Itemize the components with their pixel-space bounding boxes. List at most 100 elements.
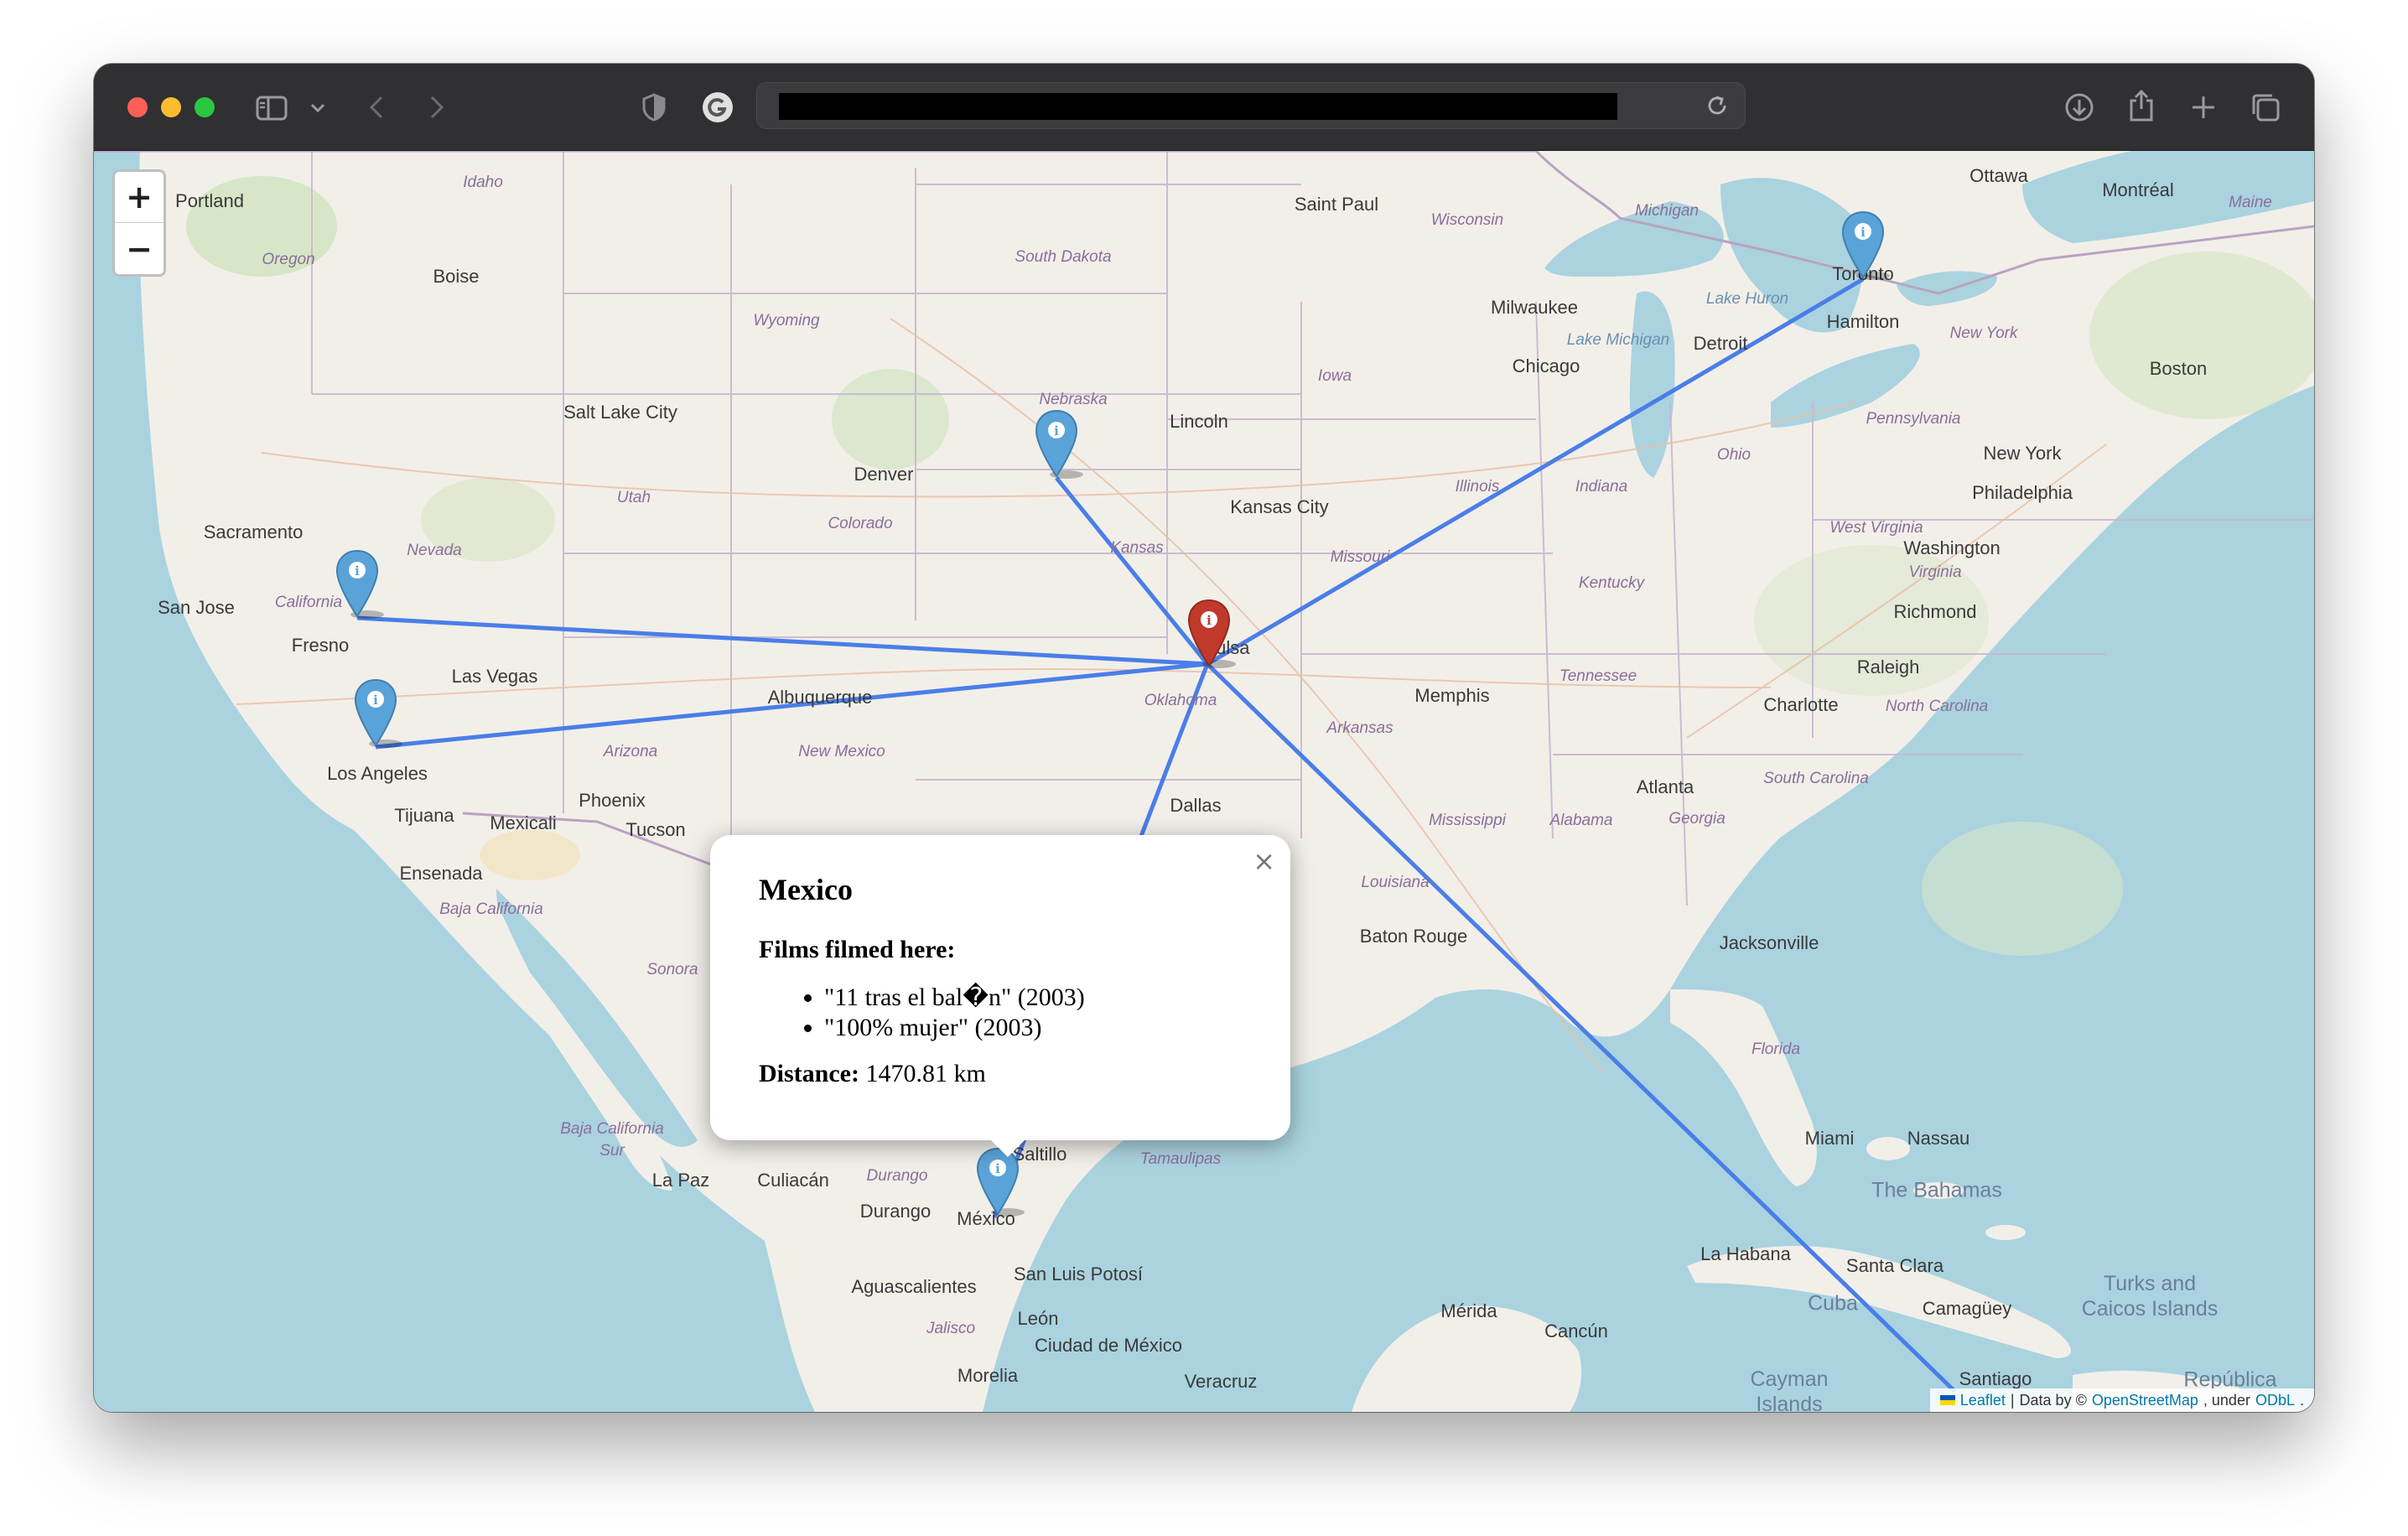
city-label: Denver	[854, 464, 914, 485]
openstreetmap-link[interactable]: OpenStreetMap	[2092, 1392, 2198, 1409]
new-tab-icon[interactable]	[2187, 91, 2220, 124]
sidebar-icon[interactable]	[255, 94, 288, 122]
attribution-data-by: Data by ©	[2019, 1391, 2087, 1409]
city-label: Baton Rouge	[1359, 926, 1468, 947]
zoom-out-button[interactable]: −	[115, 223, 163, 274]
city-label: Aguascalientes	[851, 1276, 977, 1297]
city-label: Milwaukee	[1491, 297, 1578, 318]
region-label: Idaho	[463, 174, 503, 191]
city-label: Santa Clara	[1845, 1255, 1944, 1276]
region-label: West Virginia	[1829, 519, 1923, 537]
region-label: Utah	[616, 489, 651, 506]
region-label: Georgia	[1668, 810, 1726, 828]
region-label: Tennessee	[1559, 667, 1637, 685]
route-line-toronto[interactable]	[1206, 277, 1865, 667]
country-label: The Bahamas	[1871, 1178, 2002, 1202]
region-label: Maine	[2229, 194, 2272, 211]
city-label: Albuquerque	[767, 687, 873, 708]
city-label: Miami	[1804, 1128, 1855, 1149]
chevron-down-icon[interactable]	[309, 101, 327, 116]
city-label: Atlanta	[1636, 776, 1694, 797]
city-label: Camagüey	[1922, 1298, 2012, 1319]
city-label: Morelia	[957, 1365, 1019, 1386]
region-label: Colorado	[828, 515, 893, 532]
forward-icon[interactable]	[424, 92, 449, 122]
region-label: Florida	[1751, 1040, 1801, 1058]
region-label: Wisconsin	[1430, 211, 1504, 229]
region-label: South Dakota	[1015, 248, 1112, 266]
location-popup: × Mexico Films filmed here: "11 tras el …	[710, 835, 1290, 1140]
svg-text:i: i	[355, 563, 360, 579]
location-marker-mexico[interactable]: i	[976, 1147, 1025, 1217]
region-label: Iowa	[1317, 367, 1352, 385]
location-marker-los-angeles[interactable]: i	[354, 678, 402, 748]
city-label: Culiacán	[757, 1170, 829, 1191]
region-label: North Carolina	[1885, 698, 1989, 715]
city-label: Ensenada	[399, 863, 483, 884]
odbl-link[interactable]: ODbL	[2255, 1392, 2295, 1409]
location-marker-fresno[interactable]: i	[335, 549, 384, 619]
address-text[interactable]	[779, 93, 1617, 120]
share-icon[interactable]	[2125, 87, 2158, 124]
city-label: Richmond	[1893, 601, 1977, 622]
minimize-window-button[interactable]	[161, 97, 181, 117]
address-bar[interactable]	[756, 82, 1746, 129]
route-line-nebraska[interactable]	[1055, 476, 1209, 666]
close-window-button[interactable]	[127, 97, 148, 117]
popup-tip	[989, 1139, 1026, 1157]
attribution-end: .	[2299, 1391, 2304, 1409]
city-label: Raleigh	[1856, 656, 1920, 677]
city-label: Cancún	[1544, 1321, 1608, 1341]
country-label: Cayman Islands	[1750, 1367, 1829, 1412]
region-label: Indiana	[1575, 478, 1628, 496]
city-label: Mexicali	[490, 812, 557, 833]
svg-text:i: i	[1054, 423, 1059, 438]
city-label: Tucson	[625, 819, 686, 840]
region-label: Sonora	[646, 961, 698, 978]
home-location-marker[interactable]: i	[1187, 599, 1236, 668]
location-marker-nebraska[interactable]: i	[1035, 409, 1083, 479]
zoom-window-button[interactable]	[195, 97, 215, 117]
city-label: Montréal	[2102, 179, 2174, 200]
tabs-overview-icon[interactable]	[2249, 91, 2282, 124]
back-icon[interactable]	[364, 92, 389, 122]
city-label: Philadelphia	[1972, 482, 2073, 503]
city-label: Mérida	[1440, 1300, 1497, 1321]
route-line-fresno[interactable]	[356, 615, 1208, 667]
region-label: Jalisco	[926, 1320, 976, 1337]
svg-text:i: i	[373, 693, 378, 708]
city-label: Memphis	[1414, 685, 1490, 706]
city-label: Los Angeles	[327, 763, 428, 784]
region-label: Nevada	[407, 542, 462, 559]
map-attribution: Leaflet | Data by © OpenStreetMap , unde…	[1929, 1388, 2314, 1412]
map-canvas[interactable]: Portland Boise Salt Lake City Sacramento…	[94, 151, 2314, 1412]
city-label: Lincoln	[1170, 411, 1228, 432]
browser-window: Portland Boise Salt Lake City Sacramento…	[94, 64, 2314, 1412]
browser-toolbar	[94, 64, 2314, 151]
leaflet-link[interactable]: Leaflet	[1960, 1392, 2006, 1409]
region-label: Durango	[866, 1167, 928, 1185]
city-label: León	[1017, 1308, 1059, 1329]
reload-icon[interactable]	[1703, 91, 1731, 120]
city-label: Nassau	[1907, 1128, 1970, 1149]
download-icon[interactable]	[2063, 91, 2096, 124]
films-heading: Films filmed here:	[759, 936, 956, 963]
city-label: San Jose	[158, 597, 235, 618]
ukraine-flag-icon	[1939, 1395, 1955, 1405]
city-label: La Paz	[651, 1170, 710, 1191]
region-label: Kansas	[1110, 539, 1164, 557]
city-label: Fresno	[291, 635, 350, 656]
city-label: Charlotte	[1763, 694, 1839, 715]
region-label: Louisiana	[1361, 874, 1430, 891]
location-marker-toronto[interactable]: i	[1841, 210, 1890, 280]
city-label: Detroit	[1693, 333, 1748, 354]
grammarly-icon[interactable]	[701, 91, 734, 124]
city-label: San Luis Potosí	[1013, 1264, 1144, 1284]
shield-icon[interactable]	[641, 91, 667, 124]
region-label: California	[274, 594, 343, 611]
popup-close-button[interactable]: ×	[1253, 845, 1275, 877]
region-label: Tamaulipas	[1139, 1150, 1222, 1168]
city-label: Tijuana	[394, 805, 454, 826]
zoom-in-button[interactable]: +	[115, 172, 163, 223]
city-label: Dallas	[1170, 795, 1222, 816]
